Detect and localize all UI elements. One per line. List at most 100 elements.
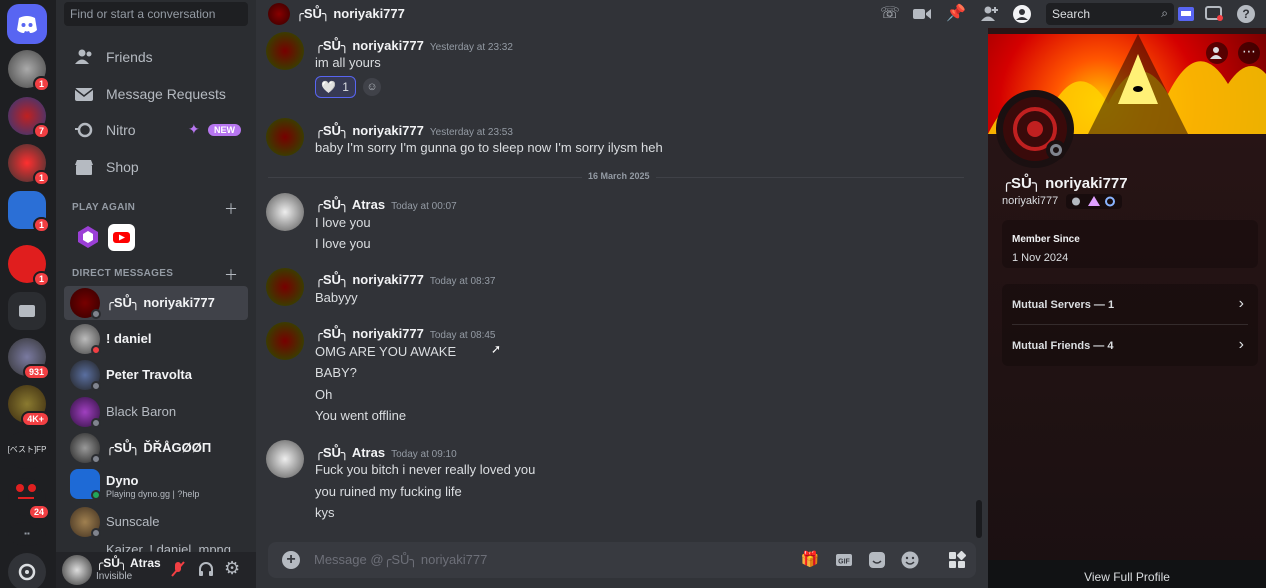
add-friend-icon[interactable] (980, 4, 1000, 24)
message-avatar[interactable] (266, 322, 304, 360)
dm-item[interactable]: Kaizer, ! daniel, mpng (64, 540, 248, 552)
home-button[interactable] (7, 4, 47, 44)
server-icon[interactable]: 931 (8, 338, 50, 380)
view-full-profile-button[interactable]: View Full Profile (988, 560, 1266, 588)
screen-share-icon[interactable] (1204, 4, 1224, 24)
nav-friends-label: Friends (106, 49, 153, 65)
dm-item[interactable]: Dyno Playing dyno.gg | ?help (64, 467, 248, 505)
pin-icon[interactable]: 📌 (946, 4, 966, 24)
add-reaction-icon[interactable]: ☺ (363, 78, 381, 96)
server-icon[interactable]: 24 (8, 478, 50, 520)
help-icon[interactable]: ? (1236, 4, 1256, 24)
reaction-count: 1 (342, 80, 349, 94)
status-indicator (91, 309, 101, 319)
discover-button[interactable] (8, 553, 46, 588)
dm-item[interactable]: Sunscale (64, 505, 248, 539)
message-author[interactable]: ╭ЅŮ╮ noriyaki777 (315, 38, 424, 53)
message-composer[interactable]: + Message @╭ЅŮ╮ noriyaki777 🎁 GIF (268, 542, 976, 578)
nav-shop[interactable]: Shop (64, 150, 248, 184)
dm-item[interactable]: ╭ЅŮ╮ noriyaki777 (64, 286, 248, 320)
direct-messages-label: DIRECT MESSAGES (72, 268, 174, 279)
nav-friends[interactable]: Friends (64, 40, 248, 74)
apps-button[interactable] (938, 542, 976, 578)
message-text: im all yours (315, 55, 381, 70)
nav-requests-label: Message Requests (106, 86, 226, 102)
message-avatar[interactable] (266, 32, 304, 70)
nav-message-requests[interactable]: Message Requests (64, 77, 248, 111)
message-avatar[interactable] (266, 268, 304, 306)
folder-icon[interactable] (8, 292, 46, 330)
message-author[interactable]: ╭ЅŮ╮ noriyaki777 (315, 272, 424, 287)
status-indicator (91, 490, 101, 500)
top-bar: ╭ЅŮ╮ noriyaki777 ☏ 📌 Search ⌕ ? (256, 0, 1266, 28)
server-icon[interactable]: 7 (8, 97, 50, 139)
inbox-icon[interactable] (1176, 4, 1196, 24)
user-avatar[interactable] (62, 555, 92, 585)
message-author[interactable]: ╭ЅŮ╮ noriyaki777 (315, 326, 424, 341)
sticker-icon[interactable] (867, 550, 887, 570)
user-status: Invisible (96, 571, 133, 582)
youtube-icon[interactable] (108, 224, 135, 251)
gift-icon[interactable]: 🎁 (800, 550, 820, 570)
user-panel: ╭ЅŮ╮ Atras Invisible ⚙ (56, 552, 256, 588)
member-since-card: Member Since 1 Nov 2024 (1002, 220, 1258, 268)
server-icon[interactable]: 4K+ (8, 385, 50, 427)
profile-username: noriyaki777 (1002, 195, 1059, 207)
server-icon[interactable]: 1 (8, 50, 50, 92)
dm-search-input[interactable]: Find or start a conversation (64, 2, 248, 26)
headphones-icon[interactable] (197, 560, 215, 578)
server-icon[interactable]: 1 (8, 191, 50, 233)
server-badge: 1 (32, 217, 50, 233)
add-friend-icon[interactable] (1206, 42, 1228, 64)
create-dm-icon[interactable]: ＋ (224, 265, 238, 285)
user-name: ╭ЅŮ╮ Atras (96, 556, 161, 570)
play-again-add-icon[interactable]: ＋ (224, 199, 238, 219)
message-avatar[interactable] (266, 118, 304, 156)
message-header: ╭ЅŮ╮ noriyaki777 Today at 08:45 (315, 326, 495, 342)
search-input[interactable]: Search ⌕ (1046, 3, 1174, 25)
settings-gear-icon[interactable]: ⚙ (224, 558, 240, 579)
mute-icon[interactable] (169, 560, 187, 578)
gif-icon[interactable]: GIF (834, 550, 854, 570)
dm-item[interactable]: Black Baron (64, 395, 248, 429)
message-text: You went offline (315, 408, 407, 423)
shop-icon (74, 157, 94, 177)
message-text: Babyyy (315, 290, 358, 305)
play-again-label: PLAY AGAIN (72, 202, 136, 213)
new-badge: NEW (208, 124, 241, 136)
message-author[interactable]: ╭ЅŮ╮ Atras (315, 445, 385, 460)
message-header: ╭ЅŮ╮ noriyaki777 Yesterday at 23:32 (315, 38, 513, 54)
message-header: ╭ЅŮ╮ noriyaki777 Today at 08:37 (315, 272, 495, 288)
nav-nitro[interactable]: Nitro ✦ NEW (64, 113, 248, 147)
server-icon[interactable]: ▪▪ (8, 522, 46, 546)
message-avatar[interactable] (266, 440, 304, 478)
user-profile-icon[interactable] (1012, 4, 1032, 24)
video-icon[interactable] (912, 4, 932, 24)
mutual-friends-row[interactable]: Mutual Friends — 4 › (1002, 325, 1258, 365)
server-badge: 1 (32, 76, 50, 92)
reaction-button[interactable]: 🤍 1 (315, 76, 356, 98)
message-author[interactable]: ╭ЅŮ╮ noriyaki777 (315, 123, 424, 138)
message-input[interactable]: Message @╭ЅŮ╮ noriyaki777 (314, 552, 487, 568)
add-attachment-icon[interactable]: + (282, 551, 300, 569)
server-icon[interactable]: [ベスト]FP (4, 431, 50, 469)
dm-item[interactable]: ! daniel (64, 322, 248, 356)
server-badge: 7 (32, 123, 50, 139)
emoji-icon[interactable] (900, 550, 920, 570)
message-avatar[interactable] (266, 193, 304, 231)
game-icon[interactable] (76, 225, 100, 249)
server-icon[interactable]: 1 (8, 245, 50, 287)
dm-item[interactable]: Peter Travolta (64, 358, 248, 392)
message-author[interactable]: ╭ЅŮ╮ Atras (315, 197, 385, 212)
status-indicator (91, 454, 101, 464)
message-text: Oh (315, 387, 333, 402)
message-timestamp: Yesterday at 23:32 (429, 42, 513, 53)
status-indicator (91, 345, 101, 355)
more-options-icon[interactable]: ⋯ (1238, 42, 1260, 64)
dm-item[interactable]: ╭ЅŮ╮ ĎŘÅGØØП (64, 431, 248, 465)
call-icon[interactable]: ☏ (880, 4, 900, 24)
mutual-servers-row[interactable]: Mutual Servers — 1 › (1002, 284, 1258, 324)
server-icon[interactable]: 1 (8, 144, 50, 186)
scrollbar-thumb[interactable] (976, 500, 982, 538)
server-badge: 24 (27, 504, 50, 520)
